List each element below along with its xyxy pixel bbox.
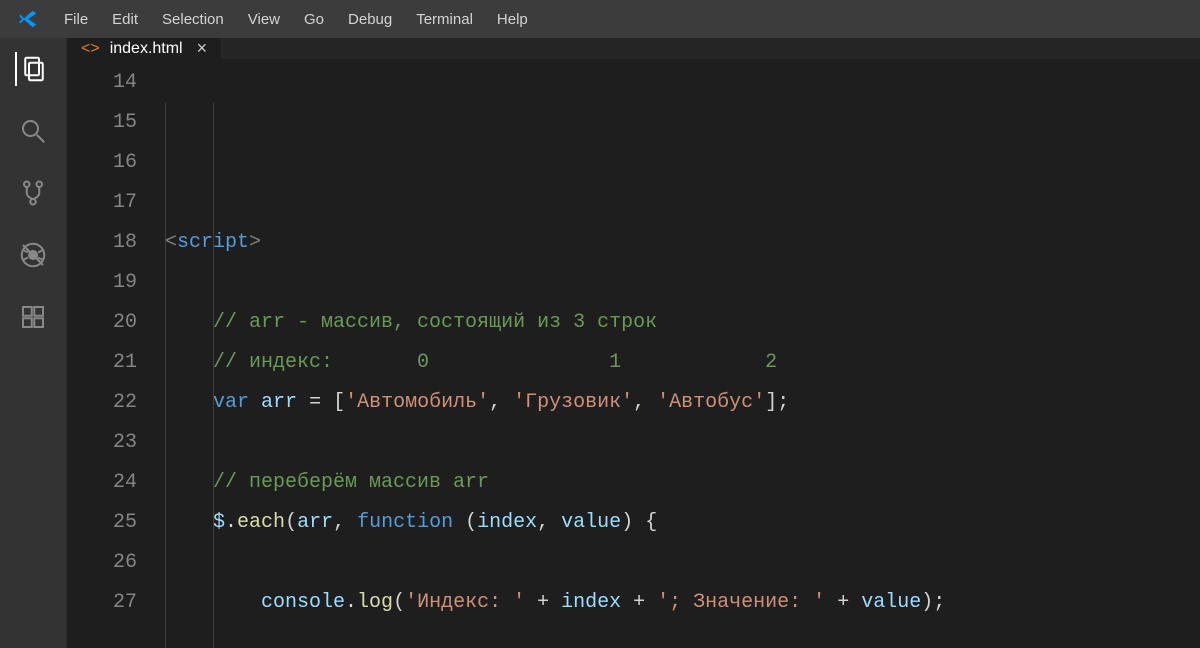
code-line[interactable]: // переберём массив arr bbox=[165, 463, 1200, 503]
menu-item-view[interactable]: View bbox=[236, 7, 292, 32]
debug-icon[interactable] bbox=[16, 238, 50, 272]
line-number: 18 bbox=[67, 223, 137, 263]
menu-item-debug[interactable]: Debug bbox=[336, 7, 404, 32]
code-content[interactable]: <script> // arr - массив, состоящий из 3… bbox=[165, 59, 1200, 648]
line-number: 16 bbox=[67, 143, 137, 183]
code-line[interactable] bbox=[165, 543, 1200, 583]
html-filetype-icon: <> bbox=[81, 40, 100, 58]
code-line[interactable]: <script> bbox=[165, 223, 1200, 263]
code-line[interactable] bbox=[165, 263, 1200, 303]
menu-item-edit[interactable]: Edit bbox=[100, 7, 150, 32]
extensions-icon[interactable] bbox=[16, 300, 50, 334]
line-number: 20 bbox=[67, 303, 137, 343]
main-area: <> index.html × 141516171819202122232425… bbox=[0, 38, 1200, 648]
tab-index-html[interactable]: <> index.html × bbox=[67, 38, 222, 59]
menu-items: FileEditSelectionViewGoDebugTerminalHelp bbox=[52, 7, 540, 32]
line-number: 27 bbox=[67, 583, 137, 623]
menubar: FileEditSelectionViewGoDebugTerminalHelp bbox=[0, 0, 1200, 38]
code-line[interactable]: // arr - массив, состоящий из 3 строк bbox=[165, 303, 1200, 343]
line-number: 26 bbox=[67, 543, 137, 583]
line-number: 14 bbox=[67, 63, 137, 103]
tabbar: <> index.html × bbox=[67, 38, 1200, 59]
tab-filename: index.html bbox=[110, 40, 183, 58]
code-line[interactable] bbox=[165, 423, 1200, 463]
line-number: 24 bbox=[67, 463, 137, 503]
line-number: 23 bbox=[67, 423, 137, 463]
line-number: 19 bbox=[67, 263, 137, 303]
line-number: 25 bbox=[67, 503, 137, 543]
search-icon[interactable] bbox=[16, 114, 50, 148]
menu-item-help[interactable]: Help bbox=[485, 7, 540, 32]
menu-item-terminal[interactable]: Terminal bbox=[404, 7, 485, 32]
git-icon[interactable] bbox=[16, 176, 50, 210]
editor: <> index.html × 141516171819202122232425… bbox=[66, 38, 1200, 648]
code-line[interactable]: var arr = ['Автомобиль', 'Грузовик', 'Ав… bbox=[165, 383, 1200, 423]
code-area[interactable]: 1415161718192021222324252627 <script> //… bbox=[67, 59, 1200, 648]
app-logo bbox=[6, 8, 50, 30]
line-number: 15 bbox=[67, 103, 137, 143]
close-icon[interactable]: × bbox=[193, 38, 208, 59]
line-number: 17 bbox=[67, 183, 137, 223]
line-number: 21 bbox=[67, 343, 137, 383]
menu-item-file[interactable]: File bbox=[52, 7, 100, 32]
files-icon[interactable] bbox=[15, 52, 49, 86]
code-line[interactable]: console.log('Индекс: ' + index + '; Знач… bbox=[165, 583, 1200, 623]
menu-item-go[interactable]: Go bbox=[292, 7, 336, 32]
line-number: 22 bbox=[67, 383, 137, 423]
code-line[interactable]: $.each(arr, function (index, value) { bbox=[165, 503, 1200, 543]
line-number-gutter: 1415161718192021222324252627 bbox=[67, 59, 165, 648]
code-line[interactable]: // индекс: 0 1 2 bbox=[165, 343, 1200, 383]
code-line[interactable] bbox=[165, 623, 1200, 648]
menu-item-selection[interactable]: Selection bbox=[150, 7, 236, 32]
activitybar bbox=[0, 38, 66, 648]
